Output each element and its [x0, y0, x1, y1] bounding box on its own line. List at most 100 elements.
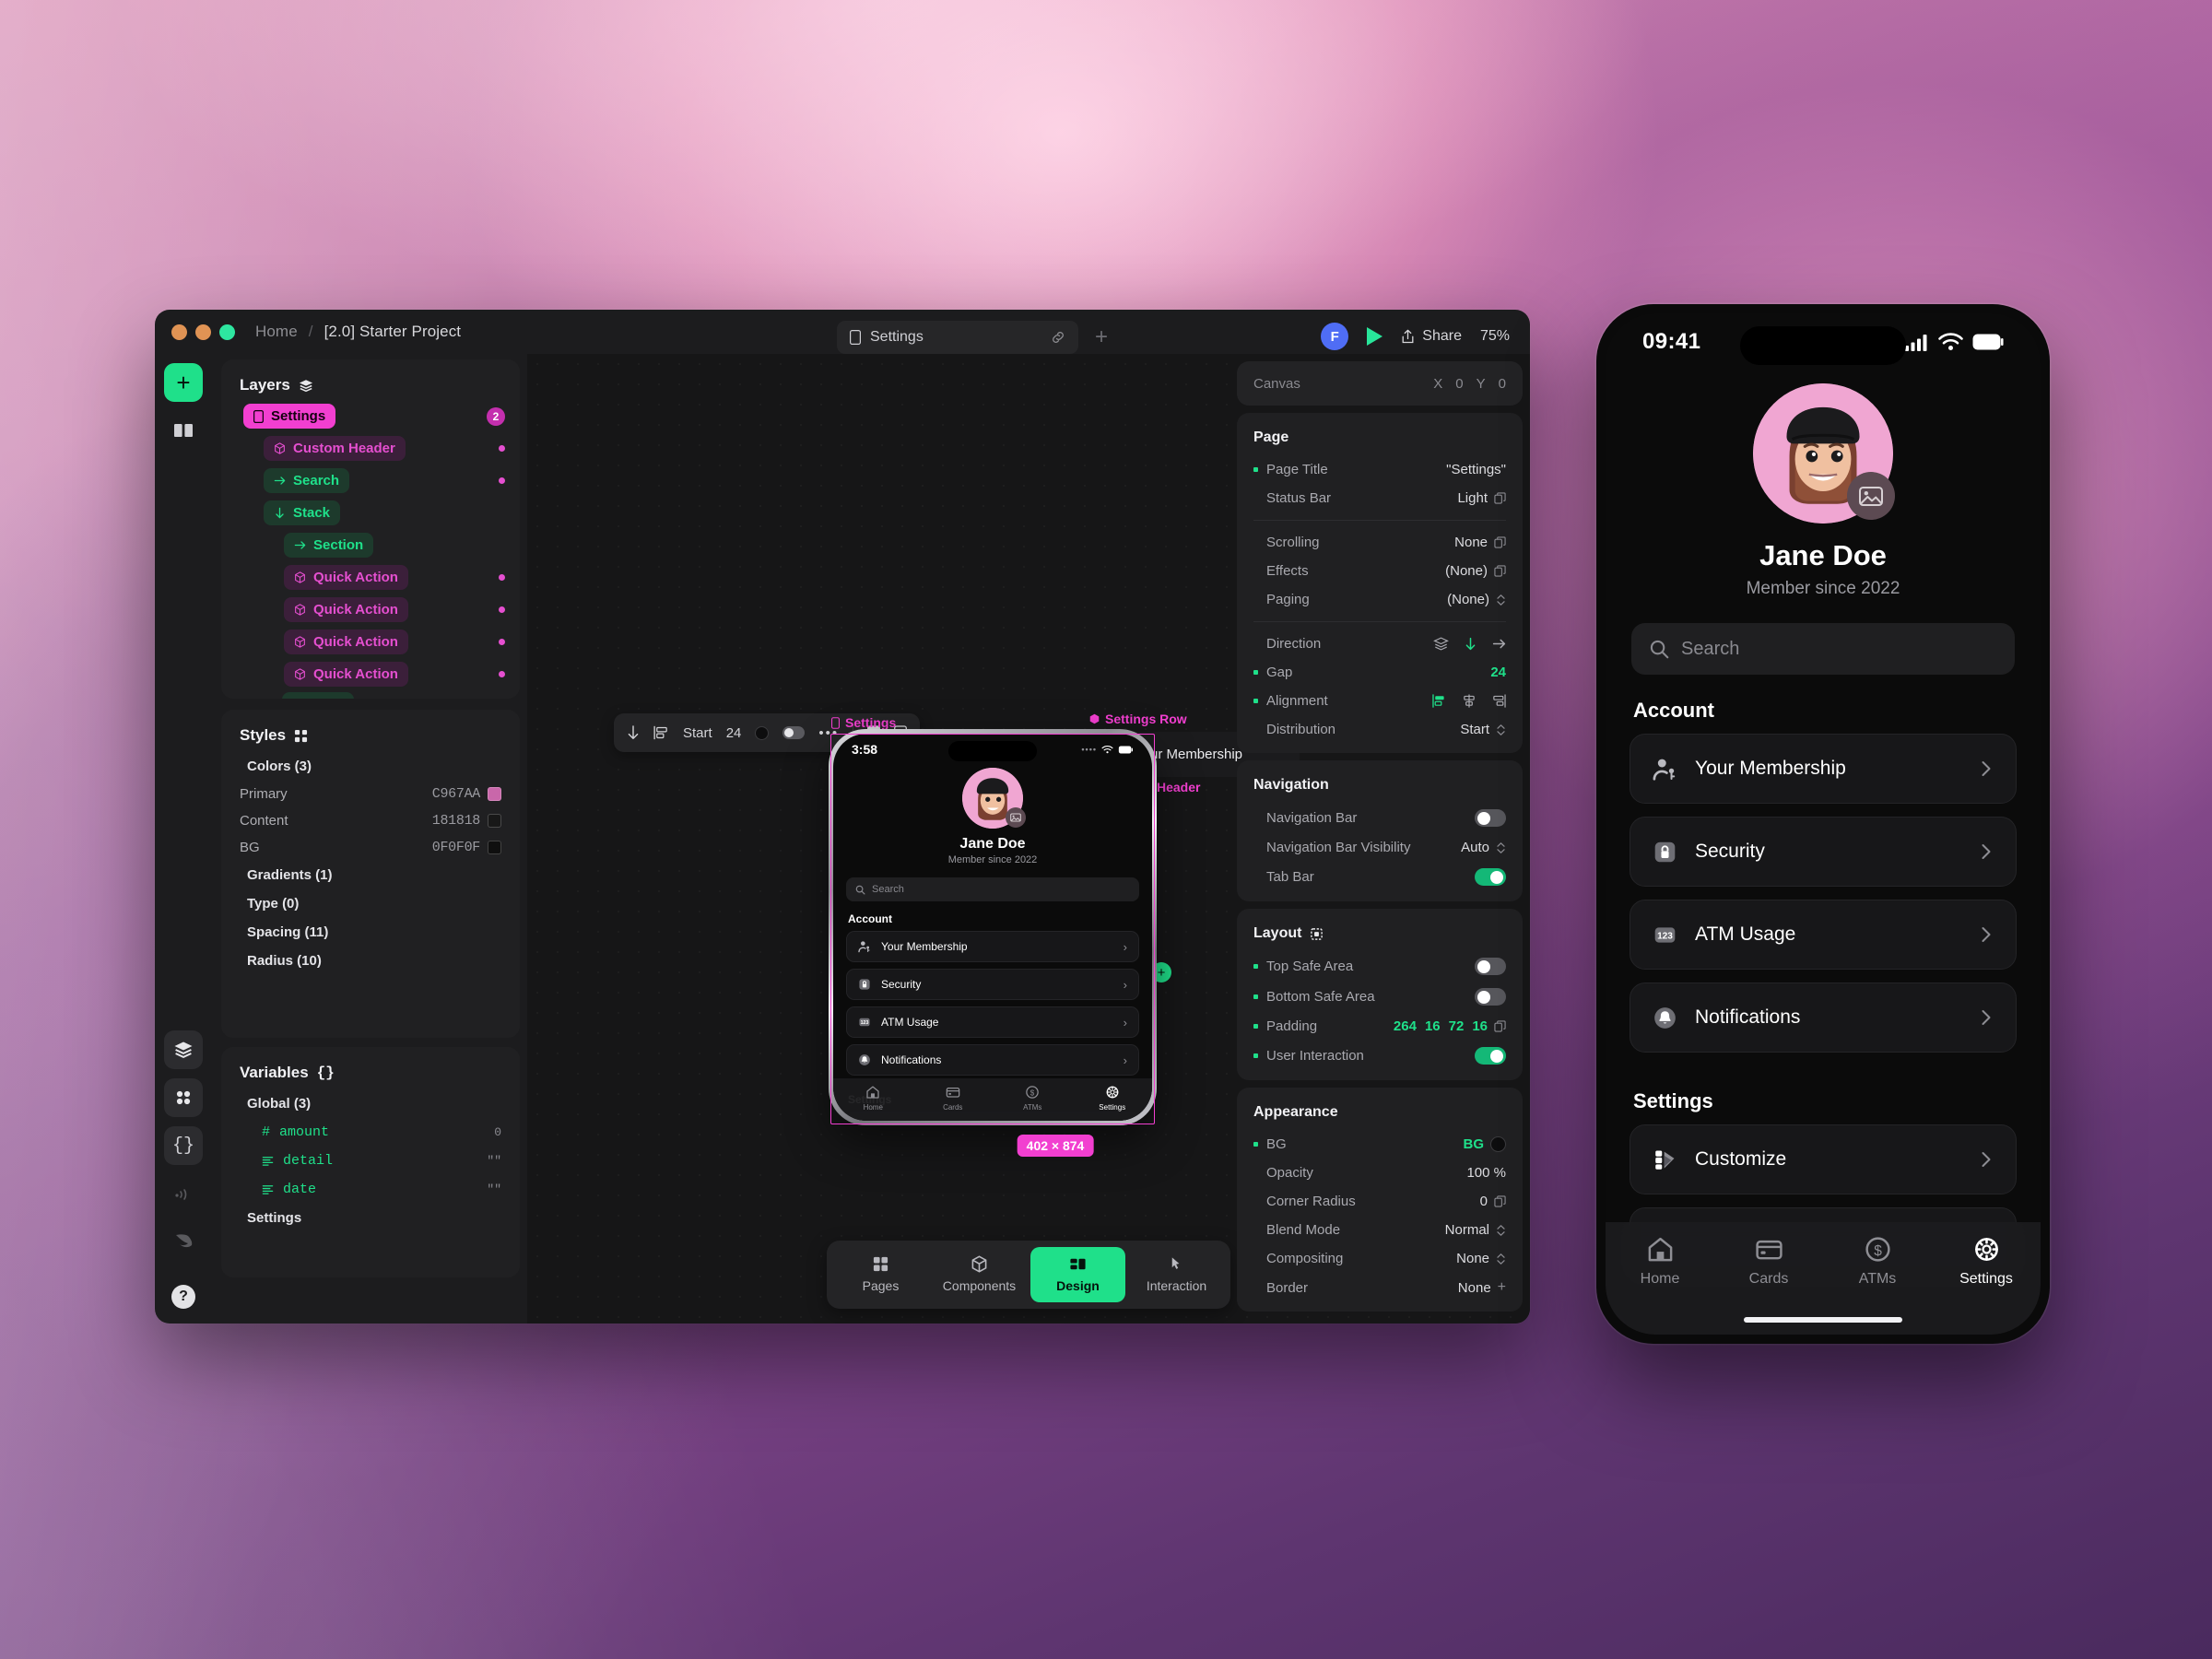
copy-icon[interactable]	[1494, 536, 1506, 548]
inspector-row[interactable]: BG BG	[1237, 1130, 1523, 1159]
row-value[interactable]: Normal	[1445, 1222, 1489, 1238]
inspector-row[interactable]: Gap 24	[1237, 658, 1523, 687]
row-value[interactable]: 0	[1480, 1194, 1488, 1209]
list-item[interactable]: 123 ATM Usage	[1630, 900, 2017, 970]
visibility-toggle[interactable]	[782, 726, 806, 739]
play-button[interactable]	[1367, 327, 1383, 346]
variables-rail-button[interactable]: {}	[164, 1126, 203, 1165]
style-color-row[interactable]: BG 0F0F0F	[221, 834, 520, 861]
inspector-row[interactable]: Alignment	[1237, 687, 1523, 715]
row-control[interactable]	[1475, 958, 1506, 975]
help-button[interactable]: ?	[171, 1285, 195, 1309]
variable-row[interactable]: # amount 0	[221, 1118, 520, 1147]
mode-switcher[interactable]: Pages Components Design Interaction	[827, 1241, 1230, 1309]
stepper-icon[interactable]	[1496, 594, 1506, 606]
layer-chip[interactable]: Section	[284, 533, 374, 558]
row-control[interactable]: None +	[1458, 1279, 1506, 1296]
layer-chip[interactable]: Custom Header	[264, 436, 406, 461]
row-control[interactable]	[1475, 988, 1506, 1006]
row-value[interactable]: BG	[1464, 1136, 1485, 1152]
variables-footer-group[interactable]: Settings	[221, 1204, 520, 1232]
y-value[interactable]: 0	[1499, 376, 1506, 392]
row-control[interactable]: Light	[1457, 490, 1506, 506]
phone-screen[interactable]: 09:41 Jane Doe Member since 2022 Search …	[1606, 313, 2041, 1335]
toolbar-distribution-label[interactable]: Start	[683, 725, 712, 741]
list-item[interactable]: 123 ATM Usage ›	[846, 1006, 1139, 1038]
variable-value[interactable]: ""	[487, 1154, 501, 1168]
padding-value[interactable]: 72	[1449, 1018, 1465, 1034]
toggle-switch[interactable]	[1475, 958, 1506, 975]
toggle-switch[interactable]	[1475, 809, 1506, 827]
search-input[interactable]: Search	[846, 877, 1139, 901]
layer-chip[interactable]: Settings	[243, 404, 336, 429]
row-value[interactable]: None	[1458, 1280, 1491, 1296]
avatar-wrapper[interactable]	[1753, 383, 1895, 524]
breadcrumb-project[interactable]: [2.0] Starter Project	[324, 323, 462, 341]
inspector-row[interactable]: Direction	[1237, 629, 1523, 658]
row-value[interactable]: Auto	[1461, 840, 1489, 855]
variable-value[interactable]: 0	[494, 1125, 501, 1139]
list-item[interactable]: Customize	[1630, 1124, 2017, 1194]
variable-row[interactable]: date ""	[221, 1175, 520, 1204]
layer-row[interactable]: Section	[221, 531, 520, 559]
align-start-icon[interactable]	[653, 725, 669, 740]
layer-row[interactable]: Custom Header	[221, 434, 520, 463]
align-center-icon[interactable]	[1462, 694, 1477, 708]
row-value[interactable]: 100 %	[1466, 1165, 1506, 1181]
variable-value[interactable]: ""	[487, 1182, 501, 1196]
row-control[interactable]: Start	[1460, 722, 1506, 737]
stepper-icon[interactable]	[1496, 1224, 1506, 1237]
layer-chip[interactable]: Quick Action	[284, 565, 408, 590]
inspector-row[interactable]: Scrolling None	[1237, 528, 1523, 557]
toggle-switch[interactable]	[1475, 1047, 1506, 1065]
layer-chip[interactable]: Quick Action	[284, 597, 408, 622]
inspector-row[interactable]: Navigation Bar	[1237, 803, 1523, 833]
inspector-row[interactable]: Distribution Start	[1237, 715, 1523, 744]
row-control[interactable]: (None)	[1447, 592, 1506, 607]
color-swatch[interactable]	[1490, 1136, 1506, 1152]
row-value[interactable]: (None)	[1447, 592, 1489, 607]
inspector-row[interactable]: Bottom Safe Area	[1237, 982, 1523, 1012]
row-control[interactable]: (None)	[1445, 563, 1506, 579]
sound-rail-button[interactable]	[164, 1174, 203, 1213]
tab-item[interactable]: Cards	[1714, 1235, 1823, 1288]
canvas-device-screen[interactable]: 3:58 •••• Jane Doe Member since 2022 Sea…	[833, 734, 1152, 1121]
list-item[interactable]: Security	[1630, 817, 2017, 887]
stepper-icon[interactable]	[1496, 841, 1506, 854]
new-tab-button[interactable]: +	[1086, 324, 1117, 350]
row-control[interactable]	[1475, 809, 1506, 827]
change-photo-button[interactable]	[1006, 807, 1026, 828]
toggle-switch[interactable]	[1475, 868, 1506, 886]
row-control[interactable]: BG	[1464, 1136, 1506, 1152]
add-button[interactable]: +	[164, 363, 203, 402]
copy-icon[interactable]	[1494, 1195, 1506, 1207]
list-item[interactable]: Notifications ›	[846, 1044, 1139, 1076]
copy-icon[interactable]	[1494, 565, 1506, 577]
align-right-icon[interactable]	[1491, 694, 1506, 708]
device-tab-bar[interactable]: Home Cards $ ATMs Settings	[833, 1078, 1152, 1121]
mode-design[interactable]: Design	[1030, 1247, 1125, 1302]
variables-group[interactable]: Global (3)	[221, 1089, 520, 1118]
layer-row[interactable]: Quick Action	[221, 563, 520, 592]
book-button[interactable]	[164, 411, 203, 450]
layer-chip[interactable]: Stack	[264, 500, 341, 525]
inspector-row[interactable]: User Interaction	[1237, 1041, 1523, 1071]
row-control[interactable]	[1432, 694, 1506, 708]
layer-chip[interactable]: Quick Action	[284, 629, 408, 654]
mode-components[interactable]: Components	[932, 1247, 1027, 1302]
inspector-canvas-header[interactable]: Canvas X 0 Y 0	[1237, 361, 1523, 406]
layer-row[interactable]: Stack	[221, 499, 520, 527]
profile-avatar[interactable]	[962, 768, 1026, 829]
tab-item[interactable]: Home	[833, 1085, 913, 1121]
row-control[interactable]: 0	[1480, 1194, 1506, 1209]
layer-chip[interactable]: Quick Action	[284, 662, 408, 687]
row-control[interactable]: Normal	[1445, 1222, 1506, 1238]
layer-row[interactable]: Settings 2	[221, 402, 520, 430]
style-color-row[interactable]: Content 181818	[221, 807, 520, 834]
inspector-row[interactable]: Top Safe Area	[1237, 951, 1523, 982]
list-item[interactable]: Notifications	[1630, 982, 2017, 1053]
maximize-button[interactable]	[219, 324, 235, 340]
layer-row-partial[interactable]	[282, 692, 354, 699]
inspector-row[interactable]: Effects (None)	[1237, 557, 1523, 585]
styles-group[interactable]: Radius (10)	[221, 947, 520, 975]
